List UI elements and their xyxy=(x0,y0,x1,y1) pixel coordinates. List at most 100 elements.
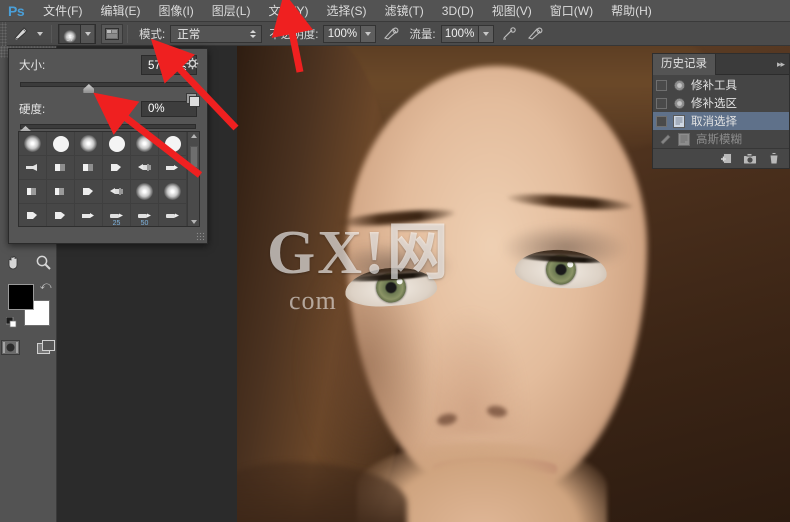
brush-preset-cell[interactable] xyxy=(47,180,75,204)
menu-item-layer[interactable]: 图层(L) xyxy=(203,0,260,22)
history-snapshot-checkbox[interactable] xyxy=(656,98,667,109)
scroll-down-icon[interactable] xyxy=(191,220,197,224)
new-doc-icon[interactable] xyxy=(719,152,733,166)
toggle-brush-panel-icon[interactable] xyxy=(101,24,123,44)
brush-preset-cell[interactable] xyxy=(47,156,75,180)
tool-preset-chevron-down-icon[interactable] xyxy=(37,32,43,36)
brush-preset-cell[interactable] xyxy=(75,204,103,226)
brush-preset-cell[interactable] xyxy=(103,132,131,156)
brush-preset-cell[interactable] xyxy=(19,132,47,156)
history-snapshot-checkbox[interactable] xyxy=(656,116,667,127)
zoom-tool-icon[interactable] xyxy=(34,252,54,272)
camera-icon[interactable] xyxy=(743,152,757,166)
brush-preset-cell[interactable] xyxy=(75,132,103,156)
document-icon xyxy=(677,132,691,146)
brush-preset-grid[interactable]: 2550 xyxy=(19,132,187,226)
history-state-item[interactable]: 修补工具 xyxy=(653,76,789,94)
brush-preset-cell[interactable] xyxy=(131,180,159,204)
menu-item-image[interactable]: 图像(I) xyxy=(149,0,202,22)
history-state-item-undone[interactable]: 高斯模糊 xyxy=(653,130,789,148)
scroll-up-icon[interactable] xyxy=(191,134,197,138)
menu-item-filter[interactable]: 滤镜(T) xyxy=(375,0,432,22)
scrollbar-thumb[interactable] xyxy=(190,146,198,168)
brush-grid-scrollbar[interactable] xyxy=(187,132,199,226)
brush-preset-cell[interactable] xyxy=(159,204,187,226)
brush-preset-cell[interactable] xyxy=(19,180,47,204)
options-bar: 57 模式: 正常 不透明度: 100% xyxy=(0,22,790,46)
brush-size-label: 大小: xyxy=(19,57,73,73)
brush-preset-cell[interactable] xyxy=(75,180,103,204)
opacity-control[interactable]: 100% xyxy=(323,25,376,43)
blur-tool-icon xyxy=(658,132,672,146)
foreground-color-swatch[interactable] xyxy=(8,284,34,310)
trash-icon[interactable] xyxy=(767,152,781,166)
brush-preset-grid-container: 2550 xyxy=(18,131,200,227)
hand-tool-icon[interactable] xyxy=(4,252,24,272)
eye-right xyxy=(514,248,608,291)
brush-hardness-row: 硬度: 0% xyxy=(9,92,207,117)
collapse-panel-icon[interactable]: ▸▸ xyxy=(777,59,784,70)
history-panel-footer xyxy=(653,148,789,168)
brush-preset-cell[interactable] xyxy=(131,156,159,180)
brush-hardness-label: 硬度: xyxy=(19,101,73,117)
options-separator-1 xyxy=(51,25,52,43)
brush-preset-cell[interactable] xyxy=(131,132,159,156)
brush-preset-cell[interactable] xyxy=(75,156,103,180)
history-state-item[interactable]: 修补选区 xyxy=(653,94,789,112)
opacity-chevron-down-icon[interactable] xyxy=(361,25,376,43)
screen-mode-icon[interactable] xyxy=(36,338,58,356)
flow-tablet-pressure-icon[interactable] xyxy=(524,24,546,44)
default-colors-icon[interactable] xyxy=(6,317,17,328)
brush-size-slider[interactable] xyxy=(20,80,196,92)
brush-preset-cell[interactable] xyxy=(103,156,131,180)
brush-preset-cell[interactable] xyxy=(19,204,47,226)
menu-item-select[interactable]: 选择(S) xyxy=(317,0,375,22)
new-brush-preset-icon[interactable] xyxy=(186,93,200,107)
brush-preset-cell[interactable]: 25 xyxy=(103,204,131,226)
opacity-value[interactable]: 100% xyxy=(323,25,361,43)
brush-preset-cell[interactable] xyxy=(159,132,187,156)
patch-tool-icon xyxy=(672,78,686,92)
opacity-tablet-pressure-icon[interactable] xyxy=(380,24,402,44)
menu-item-window[interactable]: 窗口(W) xyxy=(541,0,602,22)
flow-control[interactable]: 100% xyxy=(441,25,494,43)
menu-item-view[interactable]: 视图(V) xyxy=(483,0,541,22)
tab-history[interactable]: 历史记录 xyxy=(653,54,716,75)
toolbox-bottom-group: ⤺ xyxy=(0,248,57,360)
brush-preset-cell[interactable] xyxy=(47,204,75,226)
menu-item-edit[interactable]: 编辑(E) xyxy=(91,0,149,22)
menu-item-type[interactable]: 文字(Y) xyxy=(259,0,317,22)
brush-preset-cell[interactable] xyxy=(19,156,47,180)
menu-item-file[interactable]: 文件(F) xyxy=(34,0,91,22)
patch-tool-icon xyxy=(672,96,686,110)
swap-colors-icon[interactable]: ⤺ xyxy=(40,280,52,293)
brush-preset-panel: 大小: 57 像素 硬度: 0% 2550 xyxy=(8,48,208,244)
history-state-label: 修补工具 xyxy=(691,77,737,93)
quick-mask-icon[interactable] xyxy=(0,338,22,356)
options-bar-grip[interactable] xyxy=(0,22,7,46)
panel-resize-handle[interactable] xyxy=(196,232,205,241)
history-panel-tabbar: 历史记录 ▸▸ xyxy=(653,54,789,75)
blur-tool-icon[interactable] xyxy=(9,24,33,44)
airbrush-icon[interactable] xyxy=(498,24,520,44)
flow-value[interactable]: 100% xyxy=(441,25,479,43)
brush-preset-cell[interactable] xyxy=(47,132,75,156)
brush-preset-picker[interactable]: 57 xyxy=(58,24,96,44)
brush-picker-chevron-down-icon[interactable] xyxy=(80,25,94,43)
mode-label: 模式: xyxy=(139,26,165,42)
blend-mode-select[interactable]: 正常 xyxy=(170,25,262,43)
brush-preset-cell[interactable] xyxy=(159,156,187,180)
menu-item-help[interactable]: 帮助(H) xyxy=(602,0,661,22)
brush-preset-cell[interactable] xyxy=(159,180,187,204)
history-state-item-selected[interactable]: 取消选择 xyxy=(653,112,789,130)
flow-label: 流量: xyxy=(409,26,435,42)
history-state-list: 修补工具 修补选区 xyxy=(653,75,789,148)
flow-chevron-down-icon[interactable] xyxy=(479,25,494,43)
photoshop-window: Ps 文件(F) 编辑(E) 图像(I) 图层(L) 文字(Y) 选择(S) 滤… xyxy=(0,0,790,522)
history-snapshot-checkbox[interactable] xyxy=(656,80,667,91)
history-state-label: 修补选区 xyxy=(691,95,737,111)
brush-preset-cell[interactable] xyxy=(103,180,131,204)
menu-item-3d[interactable]: 3D(D) xyxy=(433,0,483,22)
brush-preset-cell[interactable]: 50 xyxy=(131,204,159,226)
gear-icon[interactable] xyxy=(185,56,199,70)
